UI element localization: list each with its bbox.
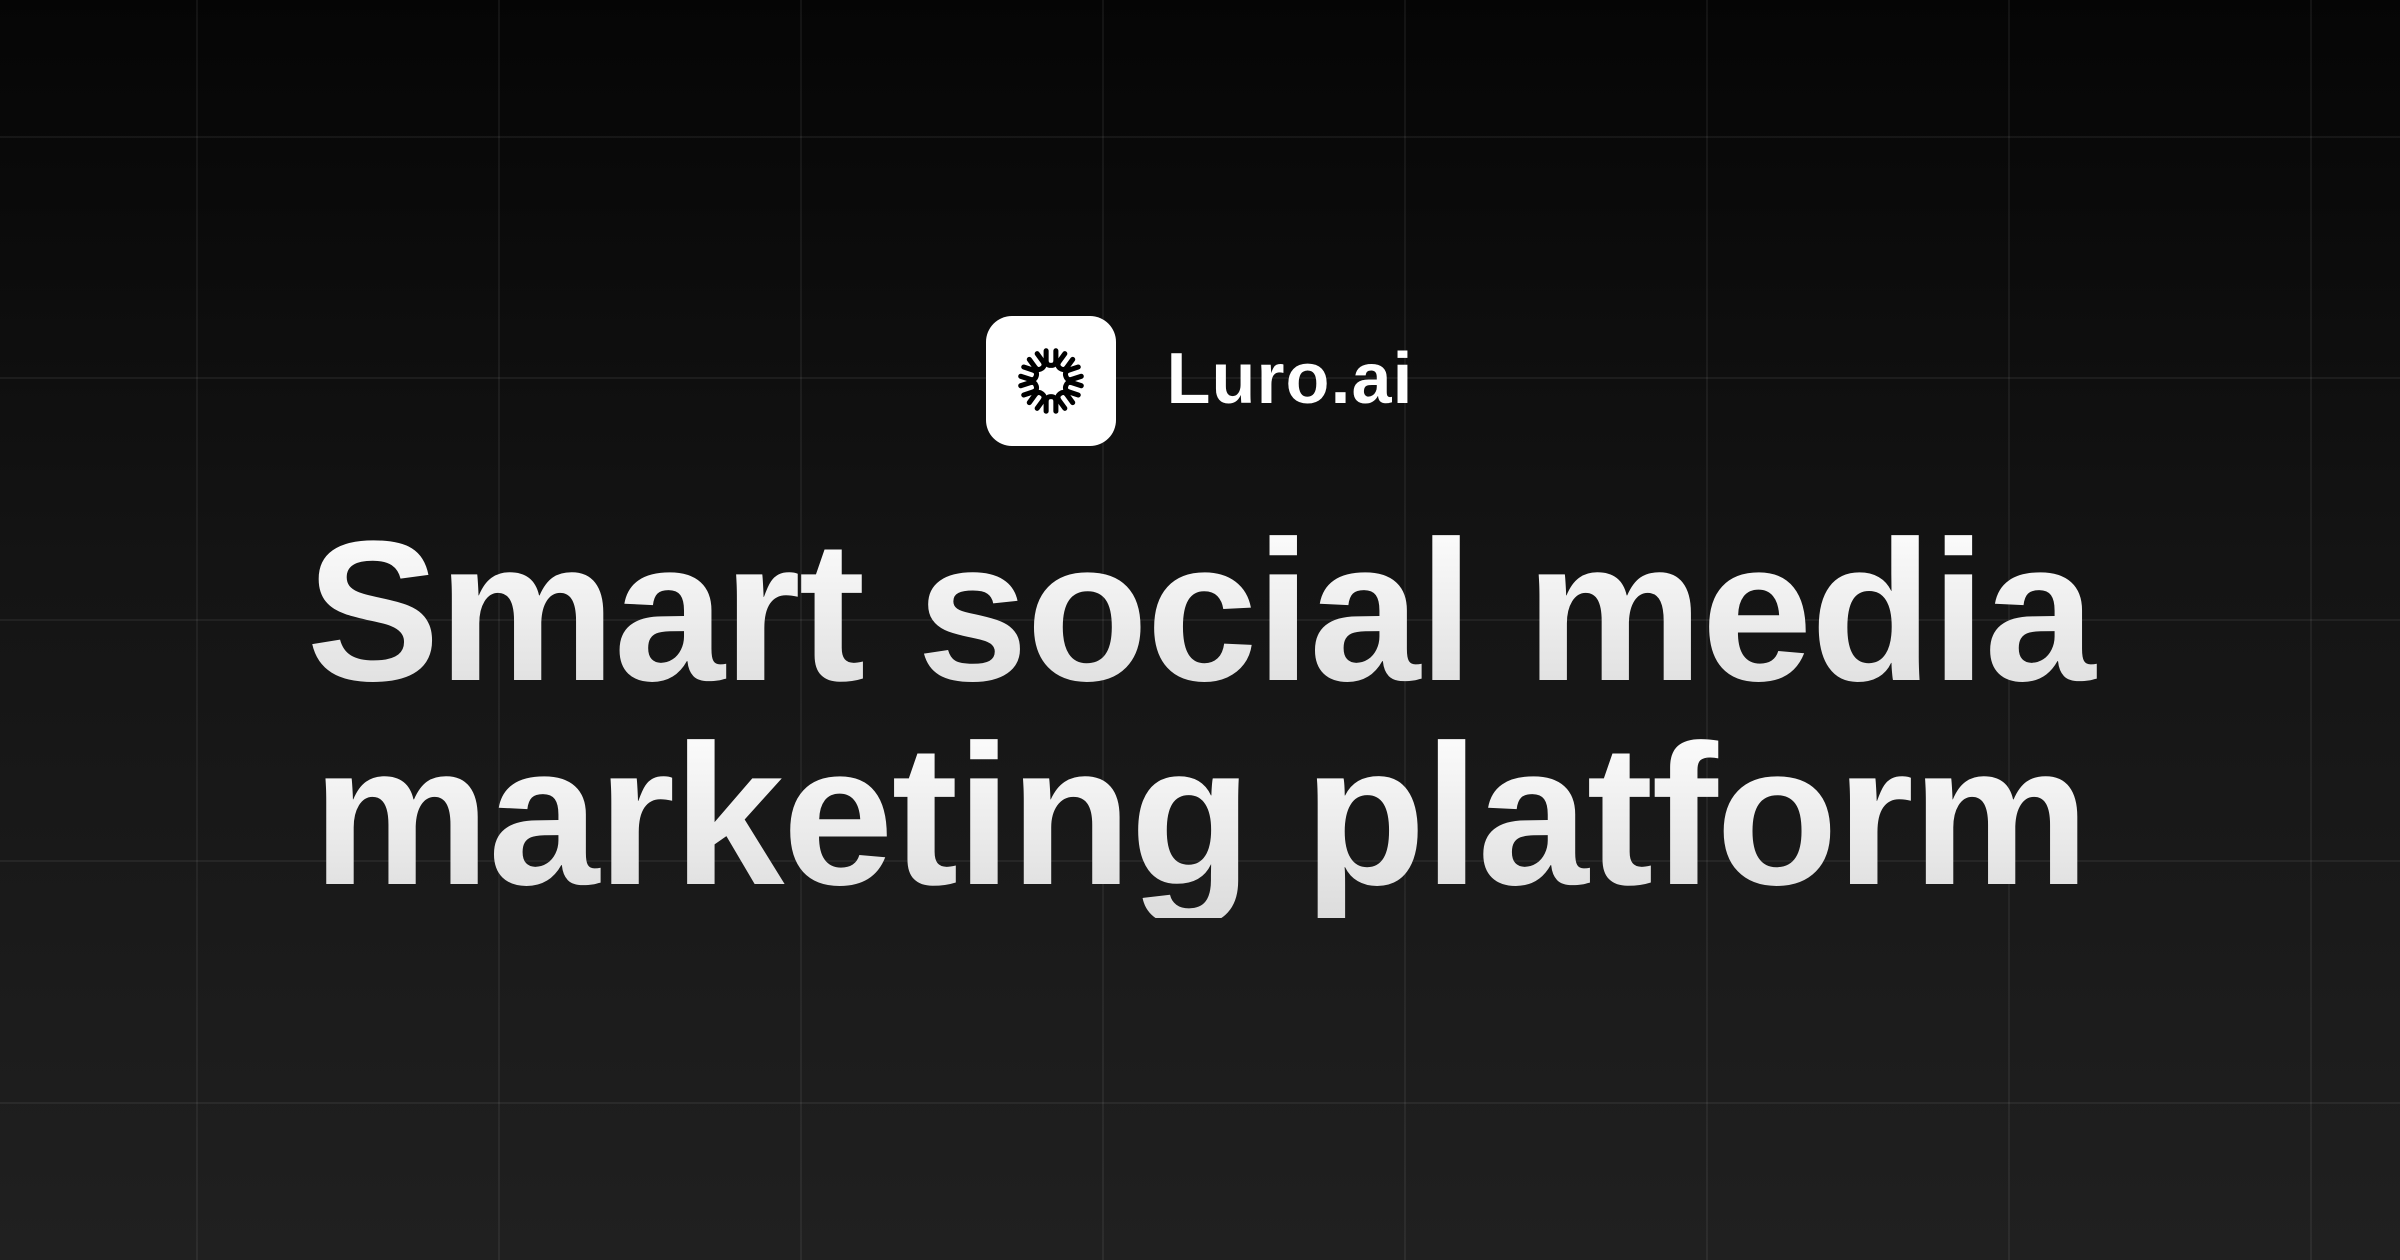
- brand-lockup: Luro.ai: [0, 316, 2400, 446]
- logo: [986, 316, 1117, 446]
- brand-lockup-inner: Luro.ai: [986, 316, 1413, 446]
- brand-name: Luro.ai: [1166, 339, 1414, 419]
- hero: Luro.ai Smart social media marketing pla…: [0, 0, 2400, 1260]
- headline-line-1: Smart social media: [0, 510, 2400, 714]
- luro-sunburst-icon: [1018, 348, 1085, 414]
- headline-line-2: marketing platform: [0, 714, 2400, 918]
- headline: Smart social media marketing platform: [0, 510, 2400, 918]
